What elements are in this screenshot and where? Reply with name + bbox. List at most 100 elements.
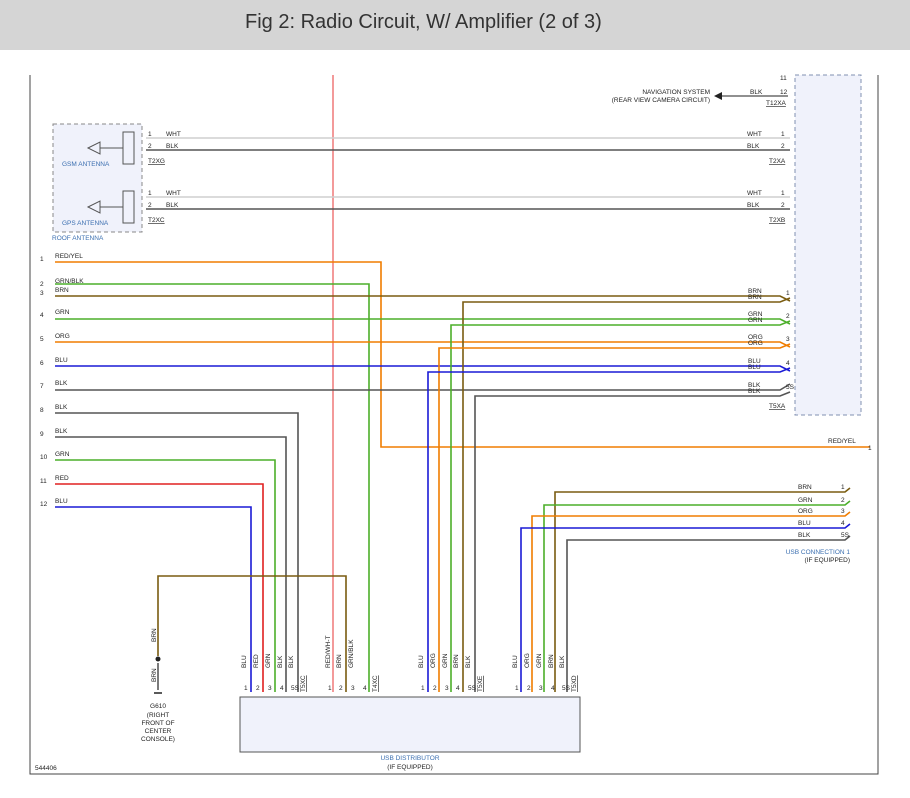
usb1-pin-5S: 5S [841, 532, 850, 539]
dist-wire-color-3-4: BLK [559, 655, 566, 668]
wire-3 [55, 295, 791, 302]
left-wire-color-7: BLK [55, 380, 68, 387]
dist-connector-1: T4XC [372, 675, 379, 692]
left-wire-color-6: BLU [55, 357, 68, 364]
gps-pin-left: 1 [148, 190, 152, 197]
left-wire-color-10: GRN [55, 451, 70, 458]
dist-wire-color-0-4: BLK [288, 655, 295, 668]
gsm-wire-color-right: WHT [747, 131, 762, 138]
figure-title: Fig 2: Radio Circuit, W/ Amplifier (2 of… [245, 11, 602, 33]
navigation-pin-12: 12 [780, 89, 788, 96]
red-yel-out-pin: 1 [868, 445, 872, 452]
navigation-wire-color: BLK [750, 89, 763, 96]
gps-connector-right: T2XB [769, 217, 785, 224]
ground-desc-1: FRONT OF [141, 720, 174, 727]
gps-wire-color-right: BLK [747, 202, 760, 209]
usb1-wire-color-4: BLU [798, 520, 811, 527]
ground-desc-0: (RIGHT [147, 712, 169, 719]
wire-2 [55, 283, 370, 692]
usb1-pin-1: 1 [841, 484, 845, 491]
gsm-wire-color-right: BLK [747, 143, 760, 150]
gsm-pin-left: 1 [148, 131, 152, 138]
left-pin-9: 9 [40, 431, 44, 438]
t5xa-pin-2: 2 [786, 313, 790, 320]
navigation-pin-11: 11 [780, 75, 787, 82]
dist-pin-3-1: 2 [527, 685, 531, 692]
t5xa-wire-color-1: BRN [748, 294, 762, 301]
ground-desc-2: CENTER [145, 728, 172, 735]
dist-wire-color-3-3: BRN [548, 654, 555, 668]
dist-connector-2: T5XE [477, 675, 484, 692]
t5xa-wire-1 [462, 297, 791, 692]
usb-distributor-sublabel: (IF EQUIPPED) [387, 764, 433, 771]
navigation-sublabel: (REAR VIEW CAMERA CIRCUIT) [612, 97, 710, 104]
figure-id: 544406 [35, 765, 57, 772]
dist-wire-color-2-1: ORG [430, 653, 437, 668]
dist-wire-color-1-2: GRN/BLK [348, 639, 355, 668]
gps-pin-right: 1 [781, 190, 785, 197]
left-pin-8: 8 [40, 407, 44, 414]
gsm-wire-color-left: BLK [166, 143, 179, 150]
usb-distributor-box [239, 696, 581, 753]
left-pin-2: 2 [40, 281, 44, 288]
left-wire-color-5: ORG [55, 333, 70, 340]
usb1-wire-3 [531, 511, 851, 692]
t5xa-pin-5S: 5S [786, 384, 795, 391]
wire-12 [55, 506, 252, 692]
gps-antenna-label: GPS ANTENNA [62, 220, 109, 227]
left-pin-12: 12 [40, 501, 48, 508]
left-pin-6: 6 [40, 360, 44, 367]
wire-8 [55, 412, 299, 692]
gsm-antenna-label: GSM ANTENNA [62, 161, 110, 168]
navigation-connector: T12XA [766, 100, 787, 107]
t5xa-wire-7 [427, 367, 791, 692]
left-wire-color-3: BRN [55, 287, 69, 294]
left-pin-3: 3 [40, 290, 44, 297]
ground-wire-color-upper: BRN [151, 628, 158, 642]
t5xa-wire-color-5: ORG [748, 340, 763, 347]
gps-pin-left: 2 [148, 202, 152, 209]
left-wire-color-11: RED [55, 475, 69, 482]
dist-pin-0-3: 4 [280, 685, 284, 692]
dist-wire-color-1-0: RED/WH-T [325, 635, 332, 668]
dist-wire-color-0-2: GRN [265, 653, 272, 668]
dist-connector-3: T5XD [571, 675, 578, 692]
t5xa-wire-color-9: BLK [748, 388, 761, 395]
usb1-wire-color-5S: BLK [798, 532, 811, 539]
dist-pin-2-2: 3 [445, 685, 449, 692]
dist-wire-color-2-2: GRN [442, 653, 449, 668]
gsm-connector-left: T2XG [148, 158, 165, 165]
wire-7 [55, 383, 791, 391]
left-pin-10: 10 [40, 454, 48, 461]
module-box [794, 74, 862, 416]
gsm-pin-right: 2 [781, 143, 785, 150]
dist-pin-2-3: 4 [456, 685, 460, 692]
dist-pin-1-3: 4 [363, 685, 367, 692]
dist-wire-color-0-3: BLK [277, 655, 284, 668]
gsm-wire-color-left: WHT [166, 131, 181, 138]
gps-pin-right: 2 [781, 202, 785, 209]
left-wire-color-9: BLK [55, 428, 68, 435]
dist-wire-color-1-1: BRN [336, 654, 343, 668]
dist-pin-0-4: 5S [291, 685, 300, 692]
wiring-diagram: USB DISTRIBUTOR (IF EQUIPPED) ROOF ANTENNA… [29, 74, 879, 775]
dist-wire-color-2-0: BLU [418, 655, 425, 668]
left-pin-1: 1 [40, 256, 44, 263]
t5xa-wire-color-3: GRN [748, 317, 763, 324]
t5xa-connector: T5XA [769, 403, 786, 410]
left-pin-5: 5 [40, 336, 44, 343]
gsm-pin-right: 1 [781, 131, 785, 138]
usb1-wire-2 [543, 500, 851, 692]
wire-5 [55, 341, 791, 348]
dist-pin-3-3: 4 [551, 685, 555, 692]
ground-splice-icon [155, 656, 161, 662]
left-wire-color-8: BLK [55, 404, 68, 411]
usb1-pin-4: 4 [841, 520, 845, 527]
dist-pin-1-2: 3 [351, 685, 355, 692]
dist-pin-0-2: 3 [268, 685, 272, 692]
dist-pin-0-0: 1 [244, 685, 248, 692]
dist-wire-color-3-0: BLU [512, 655, 519, 668]
usb1-wire-color-2: GRN [798, 497, 813, 504]
roof-antenna-label: ROOF ANTENNA [52, 235, 104, 242]
ground-desc-3: CONSOLE) [141, 736, 175, 743]
